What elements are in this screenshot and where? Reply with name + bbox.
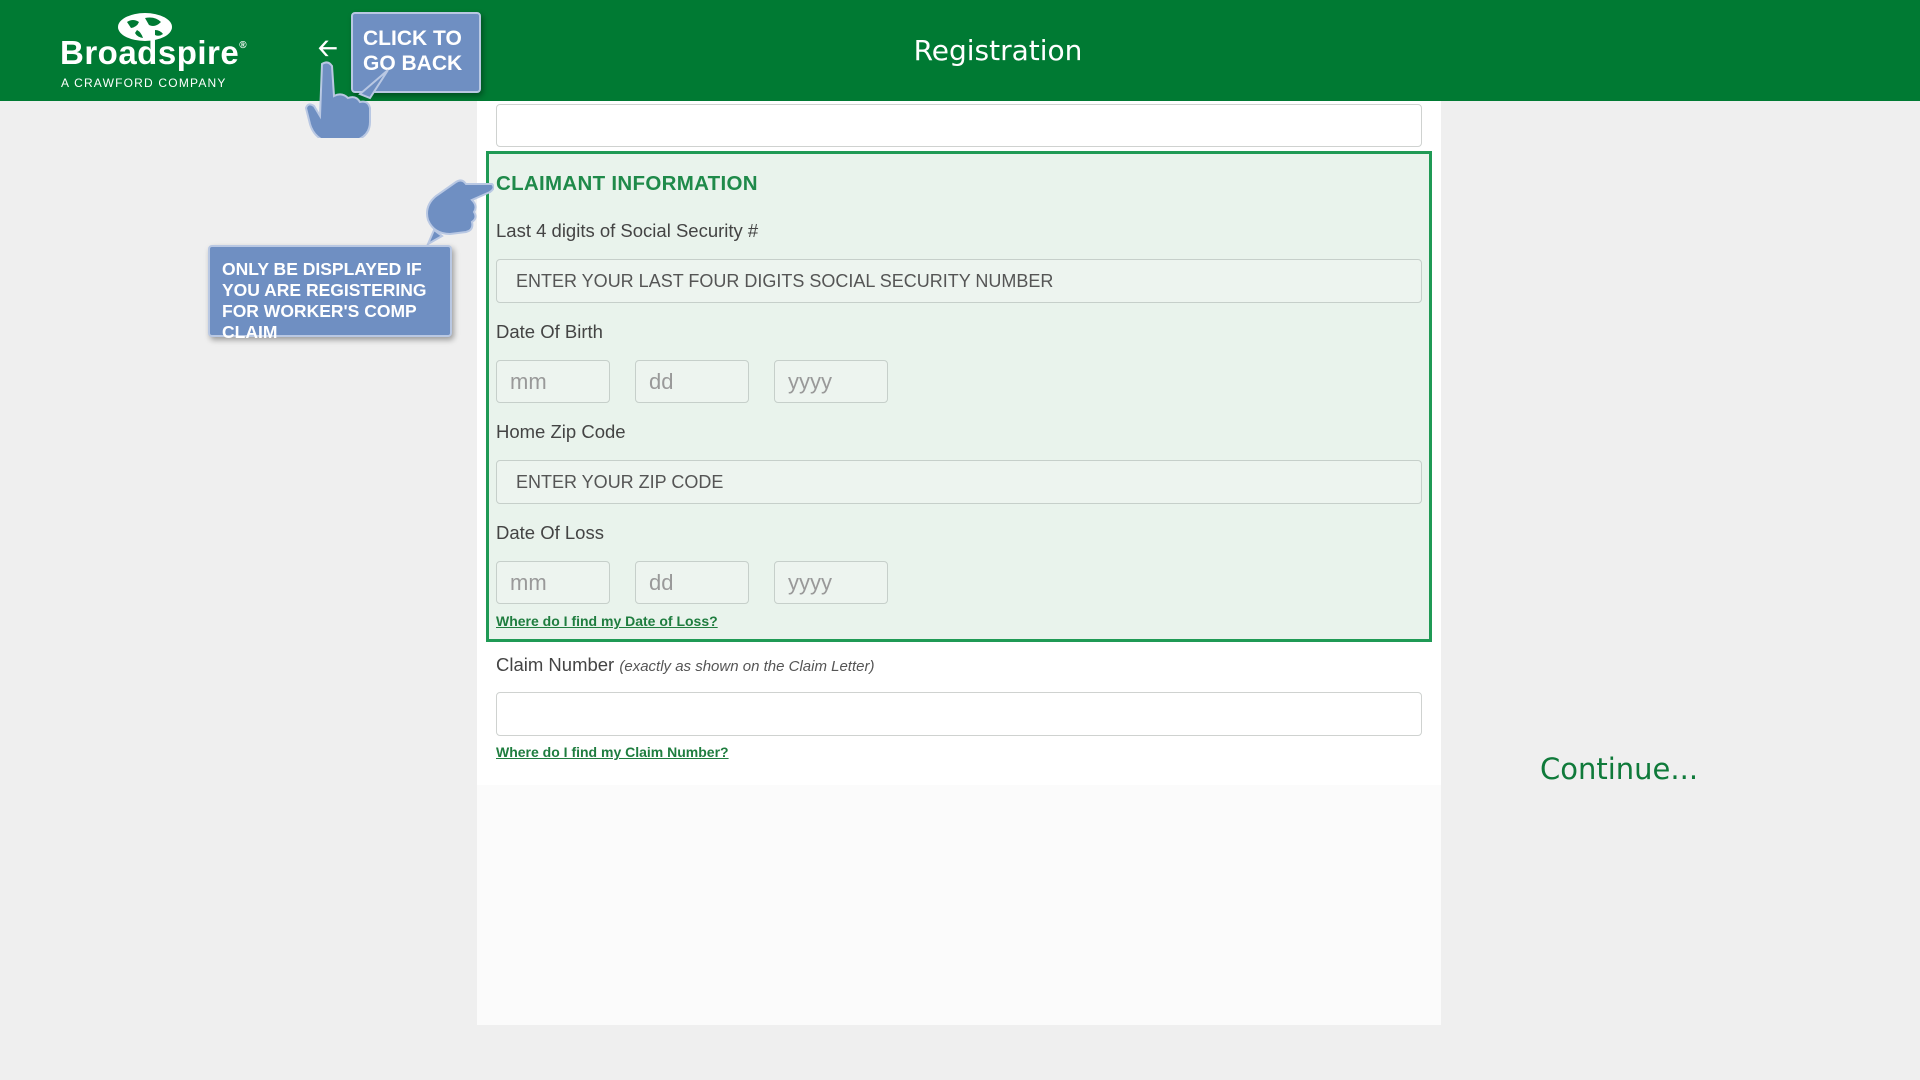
claim-number-label-text: Claim Number	[496, 654, 615, 675]
pointing-hand-icon	[304, 61, 389, 138]
dol-year-input[interactable]: yyyy	[774, 561, 888, 604]
dob-year-input[interactable]: yyyy	[774, 360, 888, 403]
continue-text: Continue...	[1540, 752, 1699, 786]
claim-number-note: (exactly as shown on the Claim Letter)	[619, 658, 875, 675]
form-panel-bottom	[477, 785, 1441, 1025]
dol-label: Date Of Loss	[496, 522, 604, 543]
claim-number-input[interactable]	[496, 692, 1422, 736]
dob-month-input[interactable]: mm	[496, 360, 610, 403]
claim-number-help-link[interactable]: Where do I find my Claim Number?	[496, 744, 729, 760]
callout-workers-comp: ONLY BE DISPLAYED IF YOU ARE REGISTERING…	[208, 245, 452, 342]
zip-input[interactable]: ENTER YOUR ZIP CODE	[496, 460, 1422, 504]
ssn-input[interactable]: ENTER YOUR LAST FOUR DIGITS SOCIAL SECUR…	[496, 259, 1422, 303]
dol-month-input[interactable]: mm	[496, 561, 610, 604]
ssn-label: Last 4 digits of Social Security #	[496, 220, 759, 241]
previous-text-field[interactable]	[496, 104, 1422, 147]
section-title: CLAIMANT INFORMATION	[496, 172, 758, 195]
page-title: Registration	[913, 34, 1083, 67]
claim-number-label: Claim Number (exactly as shown on the Cl…	[496, 654, 874, 676]
dob-label: Date Of Birth	[496, 321, 603, 342]
dob-day-input[interactable]: dd	[635, 360, 749, 403]
header-bar: Broadspire® A CRAWFORD COMPANY 🡠 Registr…	[0, 0, 1920, 101]
date-of-loss-help-link[interactable]: Where do I find my Date of Loss?	[496, 613, 718, 629]
brand-tagline: A CRAWFORD COMPANY	[61, 76, 227, 90]
dol-day-input[interactable]: dd	[635, 561, 749, 604]
pointing-hand-icon	[425, 179, 494, 247]
zip-label: Home Zip Code	[496, 421, 626, 442]
